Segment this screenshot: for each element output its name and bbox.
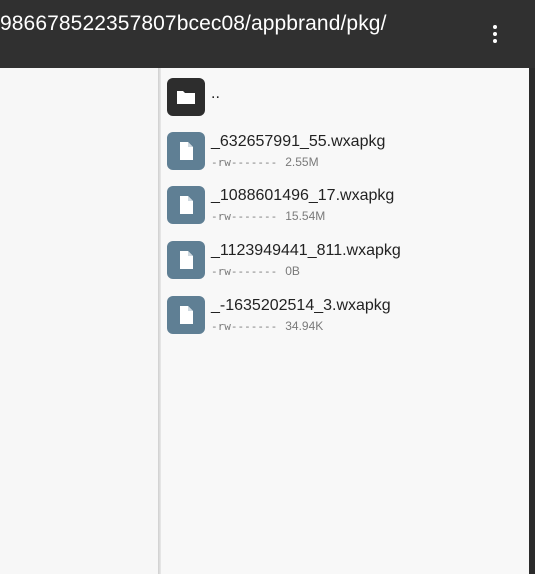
window-edge xyxy=(529,68,535,574)
list-item[interactable]: _-1635202514_3.wxapkg -rw------- 34.94K xyxy=(167,296,527,340)
permissions-text: -rw------- xyxy=(211,265,278,278)
list-item[interactable]: _1088601496_17.wxapkg -rw------- 15.54M xyxy=(167,186,527,230)
file-size-text: 2.55M xyxy=(285,155,319,169)
folder-icon xyxy=(167,78,205,116)
list-item-parent-directory[interactable]: .. xyxy=(167,78,527,122)
permissions-text: -rw------- xyxy=(211,156,278,169)
file-icon xyxy=(167,186,205,224)
list-item-meta: -rw------- 2.55M xyxy=(211,154,319,171)
list-item-meta: -rw------- 0B xyxy=(211,263,300,280)
list-item-name: _1123949441_811.wxapkg xyxy=(211,242,401,259)
more-vert-icon xyxy=(493,25,497,43)
left-pane xyxy=(0,68,158,574)
list-item-name: _-1635202514_3.wxapkg xyxy=(211,297,391,314)
file-size-text: 0B xyxy=(285,264,300,278)
current-path-title: 986678522357807bcec08/appbrand/pkg/ xyxy=(0,12,387,35)
list-item-name: .. xyxy=(211,85,220,102)
overflow-menu-button[interactable] xyxy=(477,18,513,50)
permissions-text: -rw------- xyxy=(211,210,278,223)
file-size-text: 34.94K xyxy=(285,319,324,333)
list-item-name: _632657991_55.wxapkg xyxy=(211,133,386,150)
list-item-meta: -rw------- 15.54M xyxy=(211,208,325,225)
list-item-meta: -rw------- 34.94K xyxy=(211,318,323,335)
file-size-text: 15.54M xyxy=(285,209,326,223)
file-icon xyxy=(167,132,205,170)
app-bar: 986678522357807bcec08/appbrand/pkg/ xyxy=(0,0,535,68)
permissions-text: -rw------- xyxy=(211,320,278,333)
file-manager-screen: 986678522357807bcec08/appbrand/pkg/ .. _… xyxy=(0,0,535,574)
file-list-pane: .. _632657991_55.wxapkg -rw------- 2.55M xyxy=(161,68,529,574)
list-item[interactable]: _1123949441_811.wxapkg -rw------- 0B xyxy=(167,241,527,285)
list-item-name: _1088601496_17.wxapkg xyxy=(211,187,395,204)
file-icon xyxy=(167,296,205,334)
file-icon xyxy=(167,241,205,279)
list-item[interactable]: _632657991_55.wxapkg -rw------- 2.55M xyxy=(167,132,527,176)
